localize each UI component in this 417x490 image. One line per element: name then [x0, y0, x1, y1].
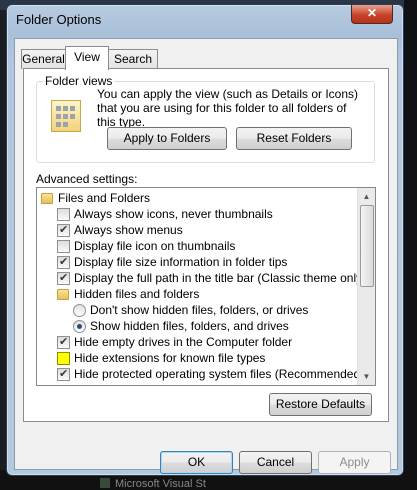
advanced-settings-label: Advanced settings: [36, 172, 138, 186]
checkbox[interactable] [57, 240, 70, 253]
background-window-text: Microsoft Visual St [115, 478, 206, 490]
settings-item-label: Always show icons, never thumbnails [74, 207, 273, 221]
checkbox[interactable] [57, 270, 70, 286]
apply-button[interactable]: Apply [318, 451, 391, 474]
checkbox[interactable] [57, 208, 70, 221]
tab-view[interactable]: View [65, 46, 109, 70]
dialog-client: General View Search Folder views You can… [14, 38, 398, 474]
radio-button[interactable] [73, 320, 86, 333]
scroll-down-icon[interactable]: ▼ [358, 368, 375, 385]
ok-button[interactable]: OK [160, 451, 233, 474]
settings-item-label: Hide empty drives in the Computer folder [74, 335, 293, 349]
tab-search[interactable]: Search [108, 49, 158, 69]
window-title: Folder Options [16, 12, 102, 27]
settings-item-label: Files and Folders [58, 191, 151, 205]
close-icon: ✕ [366, 6, 378, 20]
vertical-scrollbar[interactable]: ▲ ▼ [357, 188, 375, 385]
folder-views-description: You can apply the view (such as Details … [97, 87, 359, 129]
scroll-up-icon[interactable]: ▲ [358, 188, 375, 205]
reset-folders-button[interactable]: Reset Folders [236, 127, 352, 150]
app-icon [100, 478, 110, 488]
checkbox[interactable] [57, 366, 70, 382]
cancel-button[interactable]: Cancel [239, 451, 312, 474]
advanced-settings-tree[interactable]: Files and Folders Always show icons, neve… [36, 187, 376, 386]
settings-item-label: Display the full path in the title bar (… [74, 271, 367, 285]
tab-general[interactable]: General [21, 49, 66, 69]
checkbox[interactable] [57, 254, 70, 270]
checkbox[interactable] [57, 222, 70, 238]
folder-icon [57, 289, 69, 300]
settings-item-label: Display file size information in folder … [74, 255, 288, 269]
scroll-thumb[interactable] [360, 205, 374, 287]
settings-item-label: Hidden files and folders [74, 287, 200, 301]
view-tab-panel: Folder views You can apply the view (suc… [23, 68, 389, 422]
folder-view-icon [51, 100, 81, 132]
settings-item-label: Display file icon on thumbnails [74, 239, 236, 253]
settings-item-label: Don't show hidden files, folders, or dri… [90, 303, 309, 317]
folder-options-dialog: Folder Options ✕ General View Search Fol… [6, 4, 404, 476]
desktop-edge [404, 0, 417, 490]
radio-button[interactable] [73, 304, 86, 317]
folder-icon [41, 193, 53, 204]
folder-views-label: Folder views [43, 74, 115, 88]
apply-to-folders-button[interactable]: Apply to Folders [107, 127, 227, 150]
restore-defaults-button[interactable]: Restore Defaults [269, 393, 372, 416]
settings-item-label: Show hidden files, folders, and drives [90, 319, 289, 333]
settings-item-label: Hide extensions for known file types [74, 351, 266, 365]
checkbox[interactable] [57, 334, 70, 350]
close-button[interactable]: ✕ [351, 5, 393, 24]
checkbox[interactable] [57, 352, 70, 365]
folder-views-group: Folder views You can apply the view (suc… [36, 74, 375, 163]
settings-item-label: Hide protected operating system files (R… [74, 367, 365, 381]
settings-item-label: Always show menus [74, 223, 183, 237]
